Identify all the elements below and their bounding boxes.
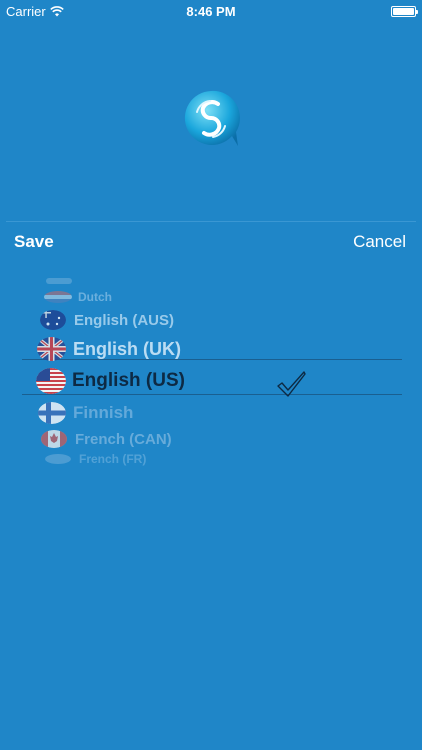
cancel-button[interactable]: Cancel: [353, 232, 406, 252]
language-label: Finnish: [73, 403, 134, 422]
checkmark-icon: [277, 371, 306, 397]
carrier-label: Carrier: [6, 3, 46, 19]
language-label: English (AUS): [74, 311, 174, 329]
list-item[interactable]: Dutch: [44, 290, 374, 304]
netherlands-flag-icon: [44, 291, 72, 303]
list-item-selected[interactable]: English (US): [36, 368, 366, 394]
australia-flag-icon: [40, 310, 66, 330]
status-bar: Carrier 8:46 PM: [0, 0, 422, 22]
canada-flag-icon: [41, 430, 67, 448]
language-label: English (UK): [73, 338, 181, 359]
france-flag-icon: [45, 454, 71, 464]
selection-line-bottom: [22, 394, 402, 395]
language-label: English (US): [72, 370, 185, 391]
list-item[interactable]: French (CAN): [41, 430, 371, 448]
battery-icon: [391, 5, 418, 17]
us-flag-icon: [36, 368, 66, 394]
finland-flag-icon: [38, 402, 66, 424]
list-item[interactable]: Finnish: [38, 402, 368, 424]
list-item[interactable]: English (AUS): [40, 310, 370, 330]
app-logo-icon: [184, 90, 240, 146]
language-picker[interactable]: Dutch English (AUS) English (UK) English…: [0, 272, 422, 472]
list-item[interactable]: English (UK): [37, 337, 367, 361]
status-left: Carrier: [6, 4, 64, 19]
wifi-icon: [49, 5, 64, 16]
language-label: French (FR): [79, 452, 147, 466]
save-button[interactable]: Save: [14, 232, 54, 252]
language-label: French (CAN): [75, 430, 172, 448]
list-item[interactable]: French (FR): [45, 452, 375, 466]
flag-icon: [46, 278, 72, 284]
uk-flag-icon: [37, 337, 66, 361]
header-divider: [6, 221, 416, 222]
language-label: Dutch: [78, 290, 112, 304]
list-item[interactable]: [46, 278, 376, 284]
picker-toolbar: Save Cancel: [0, 232, 422, 258]
